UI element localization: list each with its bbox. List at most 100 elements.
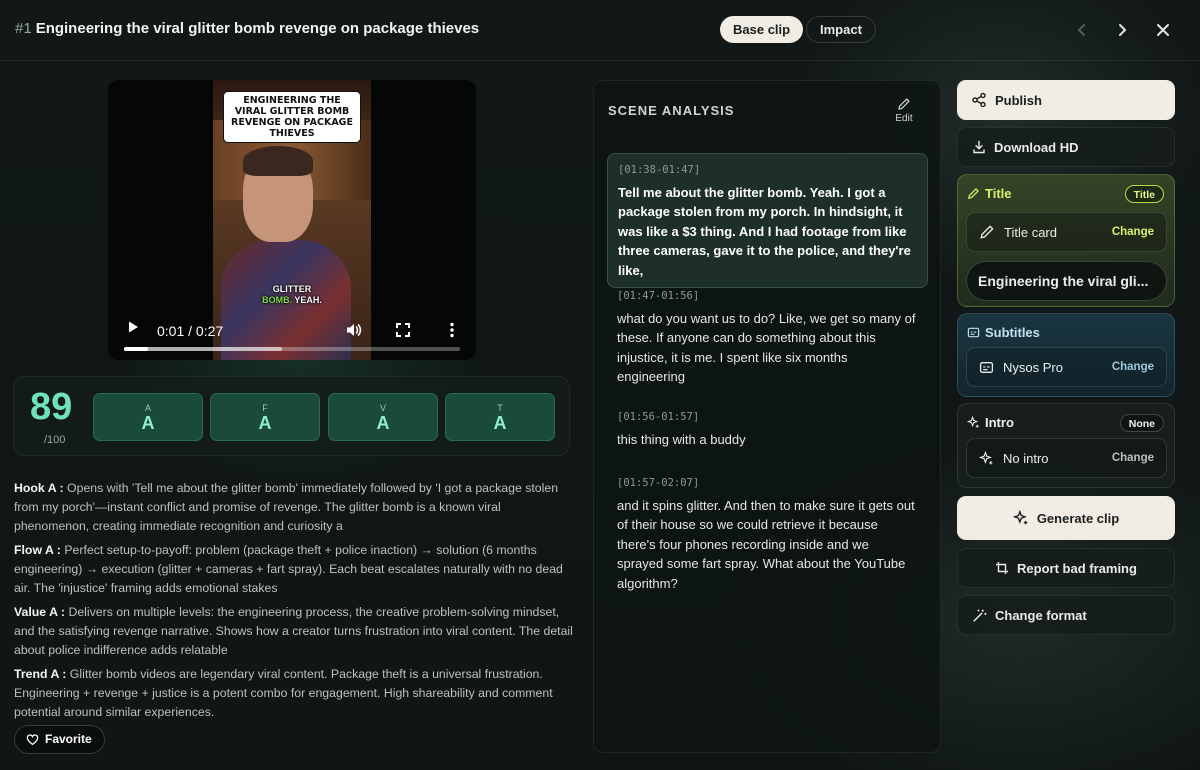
next-clip-button[interactable]: [1110, 18, 1134, 42]
pencil-icon: [968, 188, 979, 199]
detail-text: Opens with 'Tell me about the glitter bo…: [14, 481, 559, 533]
change-intro-button[interactable]: Change: [1112, 452, 1154, 464]
detail-trend: Trend A : Glitter bomb videos are legend…: [14, 665, 574, 722]
video-person-hair: [243, 146, 313, 176]
clip-title: #1 Engineering the viral glitter bomb rev…: [15, 20, 479, 37]
change-title-card-button[interactable]: Change: [1112, 226, 1154, 238]
detail-text: Delivers on multiple levels: the enginee…: [14, 605, 573, 657]
video-controls: 0:01 / 0:27: [108, 300, 476, 360]
edit-scene-button[interactable]: Edit: [892, 97, 916, 124]
chevron-left-icon: [1077, 24, 1085, 36]
intro-section-heading: Intro: [967, 415, 1014, 430]
pencil-icon: [898, 98, 910, 110]
publish-label: Publish: [995, 92, 1042, 108]
grade-hook: A A: [93, 393, 203, 441]
grade-label: A: [144, 403, 151, 413]
sparkles-icon: [967, 416, 979, 428]
generate-clip-label: Generate clip: [1036, 510, 1120, 526]
video-title-caption: ENGINEERING THE VIRAL GLITTER BOMB REVEN…: [223, 91, 361, 143]
sparkles-icon: [979, 450, 993, 464]
scene-segment[interactable]: [01:56-01:57] this thing with a buddy: [607, 408, 928, 449]
previous-clip-button[interactable]: [1070, 18, 1094, 42]
modal-header: #1 Engineering the viral glitter bomb rev…: [0, 0, 1200, 61]
detail-value: Value A : Delivers on multiple levels: t…: [14, 603, 574, 660]
segment-text: what do you want us to do? Like, we get …: [617, 310, 916, 385]
subtitles-section-heading: Subtitles: [967, 325, 1040, 340]
grade-value-score: V A: [328, 393, 438, 441]
segment-timestamp: [01:57-02:07]: [617, 477, 700, 489]
fullscreen-button[interactable]: [394, 321, 412, 339]
title-card-row[interactable]: Title card Change: [966, 212, 1167, 252]
grade-label: F: [262, 403, 268, 413]
segment-text: this thing with a buddy: [617, 431, 746, 447]
scene-analysis-panel: SCENE ANALYSIS Edit [01:38-01:47] Tell m…: [593, 80, 941, 753]
sparkles-icon: [1012, 510, 1028, 525]
detail-heading: Trend A :: [14, 667, 67, 681]
clip-title-text: Engineering the viral glitter bomb reven…: [35, 20, 480, 37]
detail-text: Perfect setup-to-payoff: problem (packag…: [14, 543, 563, 595]
intro-row[interactable]: No intro Change: [966, 438, 1167, 478]
segment-timestamp: [01:47-01:56]: [617, 290, 700, 302]
scene-analysis-title: SCENE ANALYSIS: [608, 103, 735, 118]
grade-value: A: [376, 413, 390, 433]
detail-flow: Flow A : Perfect setup-to-payoff: proble…: [14, 541, 574, 598]
generate-clip-button[interactable]: Generate clip: [957, 496, 1175, 540]
segment-timestamp: [01:38-01:47]: [618, 164, 701, 176]
volume-icon: [347, 324, 362, 336]
title-heading-label: Title: [985, 186, 1012, 201]
grade-label: V: [379, 403, 386, 413]
download-hd-button[interactable]: Download HD: [957, 127, 1175, 167]
grade-label: T: [497, 403, 503, 413]
intro-status-pill: None: [1119, 414, 1164, 432]
subtitles-section: Subtitles Nysos Pro Change: [957, 313, 1175, 397]
title-status-pill: Title: [1124, 185, 1164, 203]
tab-base-clip[interactable]: Base clip: [720, 16, 804, 43]
captions-icon: [979, 361, 994, 373]
share-icon: [972, 92, 986, 108]
play-button[interactable]: [126, 320, 140, 334]
play-icon: [129, 321, 138, 333]
intro-section: Intro None No intro Change: [957, 403, 1175, 488]
grade-value: A: [493, 413, 507, 433]
subtitles-heading-label: Subtitles: [985, 325, 1040, 340]
grade-value: A: [258, 413, 272, 433]
title-card-label: Title card: [1004, 224, 1057, 240]
edit-label: Edit: [895, 113, 913, 124]
favorite-button[interactable]: Favorite: [14, 725, 105, 754]
change-format-label: Change format: [995, 607, 1087, 623]
scene-segment[interactable]: [01:57-02:07] and it spins glitter. And …: [607, 474, 928, 593]
change-subtitles-button[interactable]: Change: [1112, 361, 1154, 373]
scene-segment-active[interactable]: [01:38-01:47] Tell me about the glitter …: [607, 153, 928, 288]
subtitle-line-1: GLITTER: [272, 284, 312, 294]
title-text-input[interactable]: Engineering the viral gli...: [966, 261, 1167, 301]
tab-impact[interactable]: Impact: [806, 16, 876, 43]
crop-icon: [996, 562, 1009, 574]
volume-button[interactable]: [345, 321, 363, 339]
grade-trend: T A: [445, 393, 555, 441]
download-label: Download HD: [994, 139, 1079, 155]
scene-segment[interactable]: [01:47-01:56] what do you want us to do?…: [607, 287, 928, 387]
clip-rank: #1: [15, 20, 32, 37]
detail-text: Glitter bomb videos are legendary viral …: [14, 667, 553, 719]
video-time: 0:01 / 0:27: [157, 323, 224, 339]
more-options-button[interactable]: [443, 321, 461, 339]
video-buffer-fill: [124, 347, 282, 351]
score-max: /100: [44, 434, 66, 446]
subtitles-style-label: Nysos Pro: [1003, 359, 1063, 375]
intro-label: No intro: [1003, 450, 1049, 466]
detail-heading: Flow A :: [14, 543, 61, 557]
title-card-section: Title Title Title card Change Engineerin…: [957, 174, 1175, 307]
score-value: 89: [30, 386, 73, 428]
change-format-button[interactable]: Change format: [957, 595, 1175, 635]
close-button[interactable]: [1151, 18, 1175, 42]
video-player[interactable]: ENGINEERING THE VIRAL GLITTER BOMB REVEN…: [108, 80, 476, 360]
close-icon: [1157, 24, 1169, 36]
detail-heading: Value A :: [14, 605, 66, 619]
video-progress-bar[interactable]: [124, 347, 460, 351]
publish-button[interactable]: Publish: [957, 80, 1175, 120]
detail-hook: Hook A : Opens with 'Tell me about the g…: [14, 479, 574, 536]
subtitles-row[interactable]: Nysos Pro Change: [966, 347, 1167, 387]
segment-text: and it spins glitter. And then to make s…: [617, 497, 915, 591]
report-bad-framing-button[interactable]: Report bad framing: [957, 548, 1175, 588]
grade-flow: F A: [210, 393, 320, 441]
